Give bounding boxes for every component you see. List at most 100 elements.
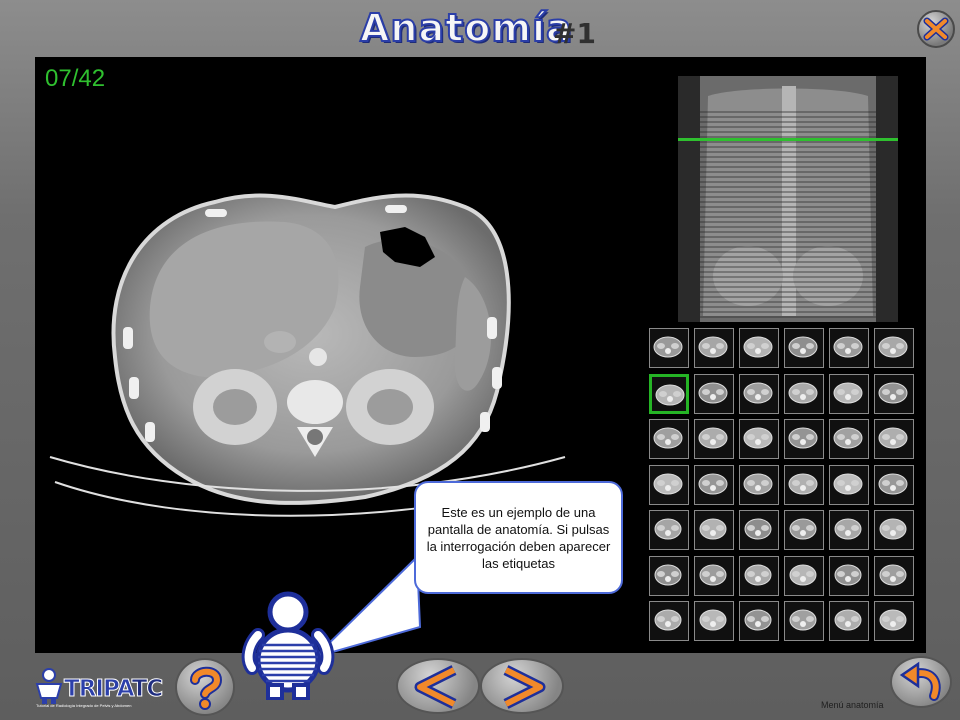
slice-thumbnail[interactable] — [739, 464, 779, 505]
previous-button[interactable] — [396, 658, 480, 714]
menu-label: Menú anatomía — [821, 700, 884, 710]
slice-thumbnail[interactable] — [649, 419, 689, 459]
slice-thumbnail[interactable] — [874, 601, 914, 641]
slice-thumbnail[interactable] — [874, 419, 914, 459]
slice-thumbnail-image — [789, 609, 817, 631]
slice-thumbnail[interactable] — [649, 510, 689, 550]
logo-subtitle: Tutorial de Radiología Integrado de Pelv… — [36, 703, 132, 708]
slice-thumbnail-image — [699, 564, 727, 585]
slice-thumbnail-image — [744, 518, 772, 540]
question-icon — [190, 666, 223, 710]
slice-thumbnail[interactable] — [649, 464, 689, 505]
slice-thumbnail-image — [788, 336, 818, 358]
slice-thumbnail-image — [655, 384, 685, 405]
slice-thumbnail-image — [654, 564, 682, 585]
help-button[interactable] — [175, 658, 235, 716]
arrow-left-icon — [414, 665, 457, 709]
slice-thumbnail[interactable] — [829, 419, 869, 459]
close-icon — [923, 17, 949, 41]
slice-thumbnail[interactable] — [649, 601, 689, 641]
slice-thumbnail-image — [879, 518, 907, 540]
slice-thumbnail[interactable] — [829, 373, 869, 414]
header: Anatomía #1 — [0, 0, 960, 58]
slice-thumbnail[interactable] — [694, 510, 734, 550]
slice-thumbnail-image — [699, 609, 727, 631]
slice-thumbnail-image — [654, 518, 682, 540]
slice-thumbnail[interactable] — [874, 328, 914, 368]
slice-thumbnail[interactable] — [649, 555, 689, 596]
scout-image — [678, 76, 898, 322]
slice-thumbnail-image — [834, 609, 862, 631]
slice-thumbnail-image — [834, 518, 862, 540]
slice-thumbnail-image — [698, 427, 728, 449]
slice-thumbnail-image — [788, 427, 818, 449]
slice-thumbnail[interactable] — [739, 601, 779, 641]
slice-thumbnail-image — [654, 609, 682, 631]
slice-thumbnail[interactable] — [649, 373, 689, 414]
slice-thumbnail[interactable] — [829, 510, 869, 550]
slice-thumbnail-image — [698, 336, 728, 358]
slice-thumbnail[interactable] — [739, 555, 779, 596]
page-title: Anatomía — [359, 5, 573, 51]
slice-thumbnail[interactable] — [874, 373, 914, 414]
slice-thumbnail-image — [698, 473, 728, 494]
logo-tc: TC — [131, 676, 164, 703]
slice-thumbnail-image — [789, 518, 817, 540]
slice-thumbnail-image — [743, 427, 773, 449]
slice-thumbnail[interactable] — [739, 510, 779, 550]
slice-position-line — [678, 138, 898, 141]
slice-thumbnail-image — [698, 382, 728, 403]
slice-thumbnail-image — [788, 382, 818, 403]
slice-thumbnail[interactable] — [694, 419, 734, 459]
slice-thumbnail-image — [833, 473, 863, 494]
slice-counter: 07/42 — [45, 65, 106, 92]
slice-thumbnail-image — [833, 336, 863, 358]
tooltip-text: Este es un ejemplo de una pantalla de an… — [426, 504, 611, 571]
slice-thumbnail[interactable] — [739, 328, 779, 368]
slice-thumbnail[interactable] — [874, 464, 914, 505]
slice-thumbnail-image — [878, 336, 908, 358]
slice-thumbnail[interactable] — [739, 373, 779, 414]
slice-thumbnail[interactable] — [784, 419, 824, 459]
logo-main: TRIPA — [64, 676, 134, 703]
slice-thumbnail[interactable] — [829, 601, 869, 641]
close-button[interactable] — [917, 10, 955, 48]
slice-thumbnail[interactable] — [784, 328, 824, 368]
slice-thumbnail-image — [789, 564, 817, 585]
slice-thumbnail[interactable] — [784, 601, 824, 641]
slice-thumbnail[interactable] — [829, 328, 869, 368]
slice-thumbnail-image — [743, 336, 773, 358]
slice-thumbnail[interactable] — [694, 464, 734, 505]
slice-thumbnail[interactable] — [784, 555, 824, 596]
slice-thumbnail-image — [743, 382, 773, 403]
mascot-figure — [241, 591, 335, 700]
slice-thumbnail-image — [879, 564, 907, 585]
slice-thumbnail[interactable] — [649, 328, 689, 368]
slice-thumbnail-image — [834, 564, 862, 585]
slice-thumbnail-image — [699, 518, 727, 540]
slice-thumbnail-image — [879, 609, 907, 631]
slice-thumbnail[interactable] — [694, 601, 734, 641]
slice-thumbnail[interactable] — [784, 373, 824, 414]
slice-thumbnail[interactable] — [694, 555, 734, 596]
return-icon — [899, 661, 941, 701]
slice-thumbnail[interactable] — [829, 555, 869, 596]
slice-thumbnail[interactable] — [874, 555, 914, 596]
slice-thumbnail[interactable] — [739, 419, 779, 459]
next-button[interactable] — [480, 658, 564, 714]
slice-thumbnail[interactable] — [784, 510, 824, 550]
slice-thumbnail[interactable] — [829, 464, 869, 505]
slice-thumbnail[interactable] — [874, 510, 914, 550]
slice-thumbnail-image — [743, 473, 773, 494]
slice-thumbnail[interactable] — [694, 373, 734, 414]
tooltip-bubble: Este es un ejemplo de una pantalla de an… — [414, 481, 623, 594]
slice-thumbnail[interactable] — [694, 328, 734, 368]
slice-thumbnail-image — [878, 382, 908, 403]
slice-thumbnail-image — [788, 473, 818, 494]
slice-thumbnail-image — [878, 427, 908, 449]
slice-thumbnail-image — [653, 473, 683, 494]
tripatc-logo-icon — [35, 668, 63, 704]
slice-thumbnail-image — [744, 609, 772, 631]
slice-thumbnail[interactable] — [784, 464, 824, 505]
back-to-menu-button[interactable] — [890, 656, 952, 708]
